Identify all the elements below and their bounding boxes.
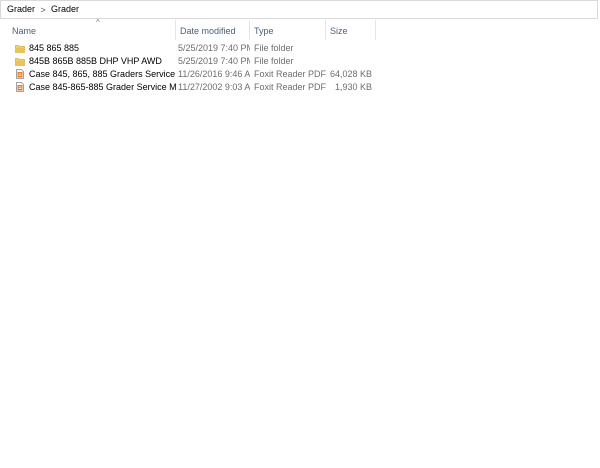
file-date-modified: 5/25/2019 7:40 PM bbox=[178, 43, 250, 53]
column-header-type[interactable]: Type bbox=[250, 20, 326, 40]
file-size bbox=[326, 42, 372, 55]
column-header-size-label: Size bbox=[330, 26, 348, 36]
file-name-cell: Case 845-865-885 Grader Service Manual bbox=[15, 81, 177, 94]
column-header-name-label: Name bbox=[12, 26, 37, 36]
column-header-name[interactable]: Name ^ bbox=[8, 18, 176, 40]
breadcrumb-separator-icon: > bbox=[40, 4, 46, 15]
breadcrumb-item-grader-current[interactable]: Grader bbox=[48, 0, 82, 19]
file-date-modified: 5/25/2019 7:40 PM bbox=[178, 56, 250, 66]
file-type: Foxit Reader PDF ... bbox=[254, 69, 326, 79]
pdf-file-icon bbox=[16, 82, 24, 92]
file-size: 1,930 KB bbox=[334, 82, 372, 92]
file-row[interactable]: Case 845-865-885 Grader Service Manual 1… bbox=[0, 81, 600, 94]
file-name: 845 865 885 bbox=[29, 43, 80, 53]
file-name: 845B 865B 885B DHP VHP AWD bbox=[29, 56, 162, 66]
file-size bbox=[326, 55, 372, 68]
address-bar[interactable]: Grader > Grader bbox=[0, 0, 598, 19]
file-name: Case 845-865-885 Grader Service Manual bbox=[29, 82, 177, 92]
folder-icon bbox=[15, 58, 25, 66]
file-row[interactable]: Case 845, 865, 885 Graders Service Manua… bbox=[0, 68, 600, 81]
file-row[interactable]: 845B 865B 885B DHP VHP AWD 5/25/2019 7:4… bbox=[0, 55, 600, 68]
file-type: File folder bbox=[254, 56, 294, 66]
column-header-date-modified[interactable]: Date modified bbox=[176, 20, 250, 40]
pdf-file-icon bbox=[16, 69, 24, 79]
column-header-date-label: Date modified bbox=[180, 26, 236, 36]
column-header-type-label: Type bbox=[254, 26, 274, 36]
file-name: Case 845, 865, 885 Graders Service Manua… bbox=[29, 69, 177, 79]
file-name-cell: 845 865 885 bbox=[15, 42, 177, 55]
file-name-cell: Case 845, 865, 885 Graders Service Manua… bbox=[15, 68, 177, 81]
file-date-modified: 11/27/2002 9:03 AM bbox=[178, 82, 250, 92]
breadcrumb-item-grader-parent[interactable]: Grader bbox=[1, 0, 38, 19]
file-name-cell: 845B 865B 885B DHP VHP AWD bbox=[15, 55, 177, 68]
file-list: 845 865 885 5/25/2019 7:40 PM File folde… bbox=[0, 42, 600, 94]
file-size: 64,028 KB bbox=[329, 69, 372, 79]
folder-icon bbox=[15, 45, 25, 53]
file-type: File folder bbox=[254, 43, 294, 53]
sort-ascending-icon: ^ bbox=[96, 18, 100, 27]
file-type: Foxit Reader PDF ... bbox=[254, 82, 326, 92]
column-header-row: Name ^ Date modified Type Size bbox=[0, 18, 600, 40]
column-header-size[interactable]: Size bbox=[326, 20, 376, 40]
file-explorer-window: Grader > Grader Name ^ Date modified Typ… bbox=[0, 0, 600, 468]
file-row[interactable]: 845 865 885 5/25/2019 7:40 PM File folde… bbox=[0, 42, 600, 55]
file-date-modified: 11/26/2016 9:46 AM bbox=[178, 69, 250, 79]
